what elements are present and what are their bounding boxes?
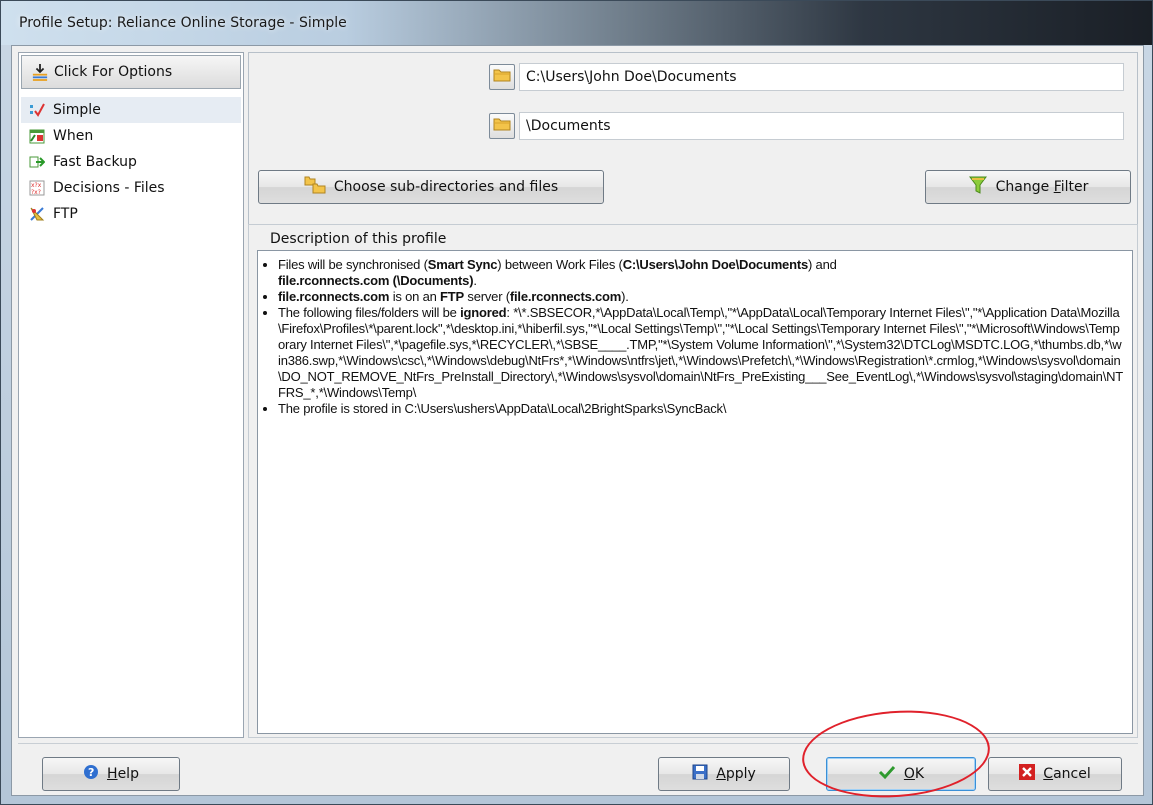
help-button[interactable]: ? Help xyxy=(42,757,180,791)
apply-label: Apply xyxy=(716,766,756,782)
fast-backup-icon xyxy=(29,154,45,170)
sidebar-nav: Simple When Fast Backup x?x ?x? Decision… xyxy=(21,97,241,227)
click-for-options-button[interactable]: Click For Options xyxy=(21,55,241,89)
title-bar[interactable]: Profile Setup: Reliance Online Storage -… xyxy=(1,1,1152,45)
folders-icon xyxy=(304,176,326,198)
when-icon xyxy=(29,128,45,144)
click-for-options-label: Click For Options xyxy=(54,64,173,80)
help-label: Help xyxy=(107,766,139,782)
help-icon: ? xyxy=(83,764,99,784)
ok-label: OK xyxy=(903,766,925,782)
sidebar-item-fast-backup[interactable]: Fast Backup xyxy=(21,149,241,175)
footer-separator xyxy=(18,743,1138,744)
description-item-ignored: The following files/folders will be igno… xyxy=(278,305,1124,401)
cancel-label: Cancel xyxy=(1043,766,1091,782)
sidebar-item-label: Decisions - Files xyxy=(53,180,165,196)
filter-icon xyxy=(968,175,988,199)
sidebar: Click For Options Simple When Fast Backu… xyxy=(18,52,244,738)
sidebar-item-label: FTP xyxy=(53,206,78,222)
folder-icon xyxy=(493,68,511,86)
folder-icon xyxy=(493,117,511,135)
description-item-storage: The profile is stored in C:\Users\ushers… xyxy=(278,401,1124,417)
sidebar-item-ftp[interactable]: FTP xyxy=(21,201,241,227)
sidebar-item-simple[interactable]: Simple xyxy=(21,97,241,123)
svg-text:?: ? xyxy=(88,766,94,779)
change-filter-button[interactable]: Change Filter xyxy=(925,170,1131,204)
source-folder-browse-button[interactable] xyxy=(489,64,515,90)
description-item-server: file.rconnects.com is on an FTP server (… xyxy=(278,289,1124,305)
svg-text:x?x: x?x xyxy=(31,182,42,189)
options-icon xyxy=(32,64,48,81)
ok-button[interactable]: OK xyxy=(826,757,976,791)
destination-path-row xyxy=(489,112,1124,140)
ftp-icon xyxy=(29,206,45,222)
description-item-sync: Files will be synchronised (Smart Sync) … xyxy=(278,257,1124,289)
apply-button[interactable]: Apply xyxy=(658,757,790,791)
sidebar-item-label: Simple xyxy=(53,102,101,118)
window-title: Profile Setup: Reliance Online Storage -… xyxy=(19,15,347,31)
close-icon xyxy=(1019,764,1036,784)
checkmark-icon xyxy=(878,764,896,784)
cancel-button[interactable]: Cancel xyxy=(988,757,1122,791)
source-path-row xyxy=(489,63,1124,91)
decisions-icon: x?x ?x? xyxy=(29,180,45,196)
description-text-area[interactable]: Files will be synchronised (Smart Sync) … xyxy=(257,250,1133,734)
sidebar-item-label: When xyxy=(53,128,94,144)
destination-folder-browse-button[interactable] xyxy=(489,113,515,139)
change-filter-label: Change Filter xyxy=(995,179,1089,195)
description-label: Description of this profile xyxy=(267,231,450,247)
sidebar-item-decisions-files[interactable]: x?x ?x? Decisions - Files xyxy=(21,175,241,201)
dialog-client-area: Click For Options Simple When Fast Backu… xyxy=(11,45,1144,796)
sidebar-item-when[interactable]: When xyxy=(21,123,241,149)
sidebar-item-label: Fast Backup xyxy=(53,154,137,170)
destination-path-input[interactable] xyxy=(519,112,1124,140)
choose-subdirectories-button[interactable]: Choose sub-directories and files xyxy=(258,170,604,204)
simple-icon xyxy=(29,102,45,118)
choose-subdirectories-label: Choose sub-directories and files xyxy=(333,179,559,195)
svg-text:?x?: ?x? xyxy=(31,189,41,196)
source-path-input[interactable] xyxy=(519,63,1124,91)
save-disk-icon xyxy=(692,764,708,784)
description-list: Files will be synchronised (Smart Sync) … xyxy=(266,257,1124,417)
profile-setup-window: Profile Setup: Reliance Online Storage -… xyxy=(0,0,1153,805)
